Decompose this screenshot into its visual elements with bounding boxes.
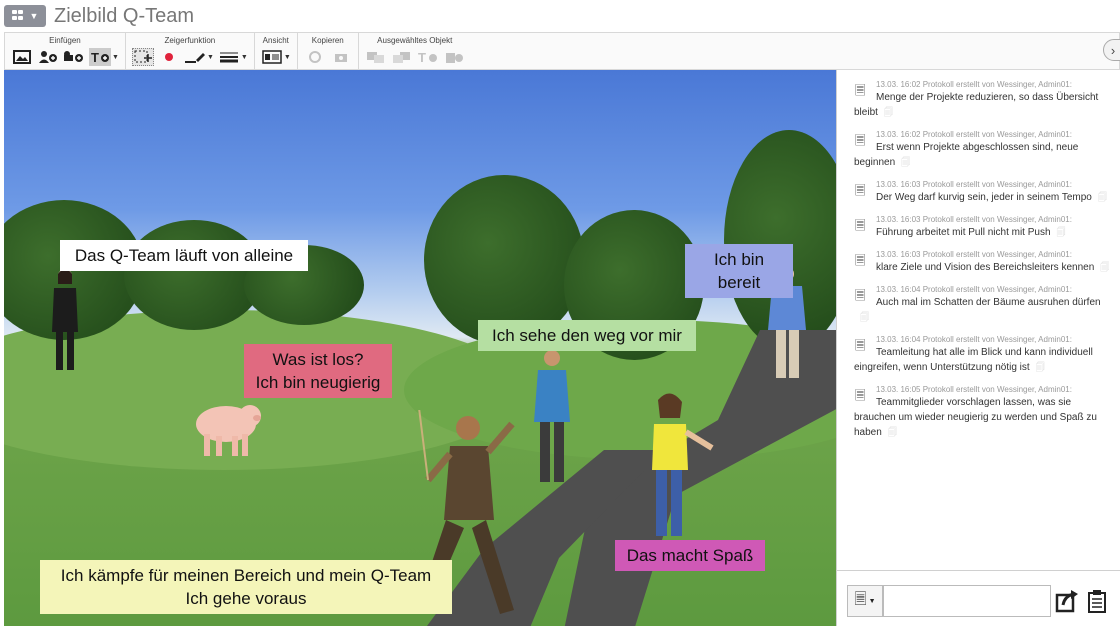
send-icon[interactable]	[1055, 589, 1079, 619]
protocol-entry[interactable]: 🗏 13.03. 16:03 Protokoll erstellt von Wes…	[837, 205, 1120, 240]
toolbar-group-insert: Einfügen T ▼	[5, 33, 126, 69]
toolbar-group-selected-object: Ausgewähltes Objekt T	[359, 33, 471, 69]
select-move-icon[interactable]	[131, 48, 154, 66]
insert-person-icon[interactable]	[37, 48, 59, 66]
entry-text: Auch mal im Schatten der Bäume ausruhen …	[876, 297, 1101, 308]
girl-yellow-shirt-figure[interactable]	[644, 392, 714, 542]
text-bubble[interactable]: Das Q-Team läuft von alleine	[60, 240, 308, 271]
document-icon: 🗏	[855, 253, 866, 268]
text-bubble[interactable]: Ich kämpfe für meinen Bereich und mein Q…	[40, 560, 452, 614]
insert-object-icon[interactable]	[63, 48, 85, 66]
entry-meta: 13.03. 16:05 Protokoll erstellt von Wess…	[876, 385, 1072, 394]
copy-entry-icon[interactable]: 🗐	[1098, 192, 1107, 202]
man-blue-shirt-figure[interactable]	[530, 346, 574, 488]
protocol-entry[interactable]: 🗏 13.03. 16:05 Protokoll erstellt von Wes…	[837, 375, 1120, 440]
chevron-down-icon: ▼	[868, 597, 876, 605]
insert-image-icon[interactable]	[11, 48, 33, 66]
svg-text:T: T	[91, 50, 99, 64]
text-bubble[interactable]: Ich sehe den weg vor mir	[478, 320, 696, 351]
group-label: Zeigerfunktion	[164, 36, 216, 45]
copy-entry-icon[interactable]: 🗐	[1100, 262, 1109, 272]
page-title: Zielbild Q-Team	[54, 4, 195, 27]
group-label: Ausgewähltes Objekt	[377, 36, 453, 45]
group-label: Kopieren	[311, 36, 344, 45]
svg-text:T: T	[418, 50, 426, 64]
document-icon: 🗏	[854, 590, 867, 608]
pen-icon[interactable]	[184, 48, 206, 66]
entry-meta: 13.03. 16:02 Protokoll erstellt von Wess…	[876, 130, 1072, 139]
text-bubble[interactable]: Das macht Spaß	[615, 540, 765, 571]
protocol-entry[interactable]: 🗏 13.03. 16:02 Protokoll erstellt von Wes…	[837, 70, 1120, 120]
copy-link-icon[interactable]	[304, 48, 326, 66]
copy-entry-icon[interactable]: 🗐	[888, 427, 897, 437]
toolbar-group-view: Ansicht ▼	[255, 33, 298, 69]
protocol-entry[interactable]: 🗏 13.03. 16:04 Protokoll erstellt von Wes…	[837, 325, 1120, 375]
note-type-dropdown[interactable]: 🗏 ▼	[847, 585, 883, 617]
insert-text-icon[interactable]: T	[89, 48, 111, 66]
text-bubble[interactable]: Was ist los? Ich bin neugierig	[244, 344, 392, 398]
pig-figure[interactable]	[194, 390, 264, 460]
entry-meta: 13.03. 16:03 Protokoll erstellt von Wess…	[876, 215, 1072, 224]
entry-meta: 13.03. 16:02 Protokoll erstellt von Wess…	[876, 80, 1072, 89]
delete-icon[interactable]	[443, 48, 465, 66]
collapse-panel-button[interactable]: ›	[1103, 39, 1120, 61]
text-bubble[interactable]: Ich bin bereit	[685, 244, 793, 298]
protocol-input[interactable]	[883, 585, 1051, 617]
chevron-right-icon: ›	[1110, 42, 1116, 58]
chevron-down-icon[interactable]: ▼	[241, 54, 248, 61]
copy-entry-icon[interactable]: 🗐	[860, 312, 869, 322]
entry-text: Teamleitung hat alle im Blick und kann i…	[854, 347, 1093, 373]
group-label: Einfügen	[49, 36, 81, 45]
app-menu-button[interactable]: ▼	[4, 5, 46, 27]
bring-forward-icon[interactable]	[365, 48, 387, 66]
chevron-down-icon[interactable]: ▼	[207, 54, 214, 61]
camera-icon[interactable]	[330, 48, 352, 66]
toolbar-group-copy: Kopieren	[298, 33, 359, 69]
chevron-down-icon[interactable]: ▼	[112, 54, 119, 61]
entry-meta: 13.03. 16:03 Protokoll erstellt von Wess…	[876, 250, 1072, 259]
protocol-input-bar: 🗏 ▼	[836, 570, 1120, 626]
entry-text: klare Ziele und Vision des Bereichsleite…	[876, 262, 1095, 273]
document-icon: 🗏	[855, 288, 866, 303]
protocol-entry[interactable]: 🗏 13.03. 16:03 Protokoll erstellt von Wes…	[837, 240, 1120, 275]
entry-meta: 13.03. 16:04 Protokoll erstellt von Wess…	[876, 285, 1072, 294]
entry-meta: 13.03. 16:04 Protokoll erstellt von Wess…	[876, 335, 1072, 344]
whiteboard-canvas[interactable]: Das Q-Team läuft von alleine Was ist los…	[4, 70, 836, 626]
copy-entry-icon[interactable]: 🗐	[1057, 227, 1066, 237]
toolbar: Einfügen T ▼ Zeigerfunktion ▼ ▼ Ansicht …	[4, 32, 1120, 70]
document-icon: 🗏	[855, 133, 866, 148]
app-grid-icon	[11, 10, 26, 22]
copy-entry-icon[interactable]: 🗐	[884, 107, 893, 117]
protocol-entry[interactable]: 🗏 13.03. 16:02 Protokoll erstellt von Wes…	[837, 120, 1120, 170]
chevron-down-icon: ▼	[29, 11, 39, 21]
copy-entry-icon[interactable]: 🗐	[901, 157, 910, 167]
document-icon: 🗏	[855, 388, 866, 403]
protocol-entry[interactable]: 🗏 13.03. 16:04 Protokoll erstellt von Wes…	[837, 275, 1120, 325]
send-backward-icon[interactable]	[391, 48, 413, 66]
clipboard-icon[interactable]	[1087, 589, 1107, 619]
title-bar: ▼ Zielbild Q-Team	[0, 0, 1120, 32]
line-width-icon[interactable]	[218, 48, 240, 66]
text-settings-icon[interactable]: T	[417, 48, 439, 66]
protocol-entry[interactable]: 🗏 13.03. 16:03 Protokoll erstellt von Wes…	[837, 170, 1120, 205]
businesswoman-figure[interactable]	[48, 266, 82, 374]
entry-text: Erst wenn Projekte abgeschlossen sind, n…	[854, 142, 1079, 168]
entry-text: Der Weg darf kurvig sein, jeder in seine…	[876, 192, 1092, 203]
document-icon: 🗏	[855, 183, 866, 198]
entry-text: Führung arbeitet mit Pull nicht mit Push	[876, 227, 1051, 238]
toolbar-group-pointer: Zeigerfunktion ▼ ▼	[126, 33, 255, 69]
group-label: Ansicht	[262, 36, 289, 45]
background-tree	[124, 220, 264, 330]
document-icon: 🗏	[855, 218, 866, 233]
document-icon: 🗏	[855, 338, 866, 353]
laser-pointer-icon[interactable]	[158, 48, 180, 66]
chevron-down-icon[interactable]: ▼	[284, 54, 291, 61]
entry-meta: 13.03. 16:03 Protokoll erstellt von Wess…	[876, 180, 1072, 189]
protocol-panel: 🗏 13.03. 16:02 Protokoll erstellt von Wes…	[836, 70, 1120, 570]
document-icon: 🗏	[855, 83, 866, 98]
copy-entry-icon[interactable]: 🗐	[1036, 362, 1045, 372]
view-layout-icon[interactable]	[261, 48, 283, 66]
